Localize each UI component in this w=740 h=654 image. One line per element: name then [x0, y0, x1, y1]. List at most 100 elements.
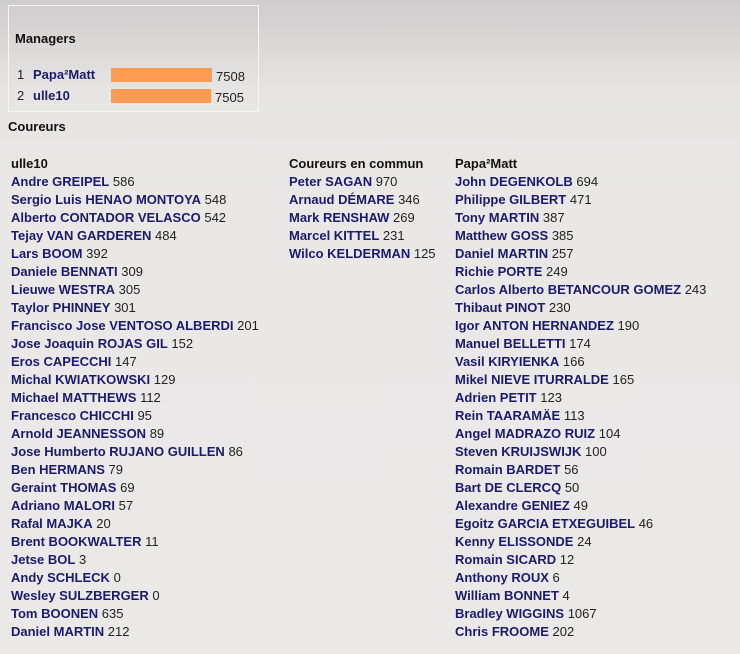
rider-row: Lieuwe WESTRA 305: [11, 281, 259, 299]
rider-name-link[interactable]: Steven KRUIJSWIJK: [455, 444, 581, 459]
rider-name-link[interactable]: Matthew GOSS: [455, 228, 548, 243]
rider-name-link[interactable]: Wilco KELDERMAN: [289, 246, 410, 261]
rider-name-link[interactable]: Francesco CHICCHI: [11, 408, 134, 423]
rider-name-link[interactable]: Philippe GILBERT: [455, 192, 566, 207]
rider-name-link[interactable]: Daniel MARTIN: [455, 246, 548, 261]
rider-row: Rein TAARAMÄE 113: [455, 407, 706, 425]
manager-name-link[interactable]: ulle10: [33, 87, 70, 105]
rider-name-link[interactable]: Bradley WIGGINS: [455, 606, 564, 621]
rider-name-link[interactable]: Peter SAGAN: [289, 174, 372, 189]
rider-name-link[interactable]: Arnold JEANNESSON: [11, 426, 146, 441]
rider-name-link[interactable]: Tony MARTIN: [455, 210, 539, 225]
rider-name-link[interactable]: Arnaud DÉMARE: [289, 192, 394, 207]
rider-points: 484: [155, 228, 177, 243]
rider-row: Andre GREIPEL 586: [11, 173, 259, 191]
manager-name-link[interactable]: Papa²Matt: [33, 66, 95, 84]
column-header: Coureurs en commun: [289, 156, 424, 171]
manager-score-bar: [111, 68, 212, 82]
rider-name-link[interactable]: Romain SICARD: [455, 552, 556, 567]
rider-name-link[interactable]: Lieuwe WESTRA: [11, 282, 115, 297]
rider-name-link[interactable]: Egoitz GARCIA ETXEGUIBEL: [455, 516, 635, 531]
rider-name-link[interactable]: Michal KWIATKOWSKI: [11, 372, 150, 387]
rider-name-link[interactable]: Sergio Luis HENAO MONTOYA: [11, 192, 201, 207]
rider-name-link[interactable]: Angel MADRAZO RUIZ: [455, 426, 595, 441]
rider-row: Taylor PHINNEY 301: [11, 299, 259, 317]
rider-points: 392: [86, 246, 108, 261]
rider-name-link[interactable]: Anthony ROUX: [455, 570, 549, 585]
rider-row: Peter SAGAN 970: [289, 173, 436, 191]
rider-name-link[interactable]: Alberto CONTADOR VELASCO: [11, 210, 201, 225]
rider-row: Francisco Jose VENTOSO ALBERDI 201: [11, 317, 259, 335]
rider-points: 635: [101, 606, 124, 621]
rider-name-link[interactable]: Romain BARDET: [455, 462, 560, 477]
rider-name-link[interactable]: Eros CAPECCHI: [11, 354, 111, 369]
rider-name-link[interactable]: Rafal MAJKA: [11, 516, 93, 531]
rider-row: Alberto CONTADOR VELASCO 542: [11, 209, 259, 227]
rider-name-link[interactable]: Taylor PHINNEY: [11, 300, 110, 315]
rider-name-link[interactable]: Carlos Alberto BETANCOUR GOMEZ: [455, 282, 681, 297]
rider-name-link[interactable]: Rein TAARAMÄE: [455, 408, 560, 423]
rider-name-link[interactable]: Daniel MARTIN: [11, 624, 104, 639]
rider-list: Peter SAGAN 970 Arnaud DÉMARE 346 Mark REN…: [289, 173, 436, 263]
rider-points: 586: [112, 174, 135, 189]
rider-name-link[interactable]: Wesley SULZBERGER: [11, 588, 149, 603]
rider-name-link[interactable]: Chris FROOME: [455, 624, 549, 639]
rider-name-link[interactable]: Michael MATTHEWS: [11, 390, 136, 405]
rider-name-link[interactable]: Thibaut PINOT: [455, 300, 545, 315]
rider-name-link[interactable]: Tejay VAN GARDEREN: [11, 228, 151, 243]
rider-row: Arnaud DÉMARE 346: [289, 191, 436, 209]
rider-name-link[interactable]: Igor ANTON HERNANDEZ: [455, 318, 614, 333]
rider-name-link[interactable]: Brent BOOKWALTER: [11, 534, 141, 549]
rider-name-link[interactable]: Geraint THOMAS: [11, 480, 116, 495]
rider-name-link[interactable]: Ben HERMANS: [11, 462, 105, 477]
rider-points: 147: [115, 354, 137, 369]
rider-row: Jetse BOL 3: [11, 551, 259, 569]
rider-points: 113: [563, 408, 585, 423]
rider-name-link[interactable]: Manuel BELLETTI: [455, 336, 566, 351]
rider-name-link[interactable]: Marcel KITTEL: [289, 228, 379, 243]
rider-name-link[interactable]: Mark RENSHAW: [289, 210, 389, 225]
rider-name-link[interactable]: Richie PORTE: [455, 264, 542, 279]
rider-name-link[interactable]: John DEGENKOLB: [455, 174, 573, 189]
rider-name-link[interactable]: Alexandre GENIEZ: [455, 498, 570, 513]
rider-row: Andy SCHLECK 0: [11, 569, 259, 587]
rider-points: 165: [612, 372, 635, 387]
rider-row: Manuel BELLETTI 174: [455, 335, 706, 353]
rider-name-link[interactable]: Jose Humberto RUJANO GUILLEN: [11, 444, 225, 459]
rider-points: 4: [562, 588, 570, 603]
rider-name-link[interactable]: Kenny ELISSONDE: [455, 534, 573, 549]
rider-name-link[interactable]: Tom BOONEN: [11, 606, 98, 621]
rider-row: Daniel MARTIN 212: [11, 623, 259, 641]
rider-points: 249: [546, 264, 568, 279]
rider-name-link[interactable]: Lars BOOM: [11, 246, 83, 261]
rider-name-link[interactable]: Jose Joaquin ROJAS GIL: [11, 336, 168, 351]
rider-name-link[interactable]: Andy SCHLECK: [11, 570, 110, 585]
rider-name-link[interactable]: Daniele BENNATI: [11, 264, 118, 279]
rider-name-link[interactable]: Adrien PETIT: [455, 390, 537, 405]
rider-name-link[interactable]: Jetse BOL: [11, 552, 75, 567]
rider-name-link[interactable]: Mikel NIEVE ITURRALDE: [455, 372, 609, 387]
rider-row: Jose Joaquin ROJAS GIL 152: [11, 335, 259, 353]
rider-name-link[interactable]: Vasil KIRYIENKA: [455, 354, 559, 369]
rider-name-link[interactable]: Francisco Jose VENTOSO ALBERDI: [11, 318, 234, 333]
rider-row: Daniele BENNATI 309: [11, 263, 259, 281]
rider-list: John DEGENKOLB 694 Philippe GILBERT 471 To…: [455, 173, 706, 641]
rider-row: Philippe GILBERT 471: [455, 191, 706, 209]
rider-points: 6: [552, 570, 560, 585]
rider-points: 548: [204, 192, 227, 207]
manager-score-bar: [111, 89, 211, 103]
rider-name-link[interactable]: Andre GREIPEL: [11, 174, 109, 189]
rider-row: Eros CAPECCHI 147: [11, 353, 259, 371]
rider-row: Adrien PETIT 123: [455, 389, 706, 407]
rider-row: Steven KRUIJSWIJK 100: [455, 443, 706, 461]
rider-list: Andre GREIPEL 586 Sergio Luis HENAO MONTO…: [11, 173, 259, 641]
rider-name-link[interactable]: William BONNET: [455, 588, 559, 603]
rider-name-link[interactable]: Adriano MALORI: [11, 498, 115, 513]
rider-points: 387: [542, 210, 565, 225]
rider-points: 269: [393, 210, 415, 225]
rider-row: Wilco KELDERMAN 125: [289, 245, 436, 263]
rider-row: Mark RENSHAW 269: [289, 209, 436, 227]
rider-row: Daniel MARTIN 257: [455, 245, 706, 263]
rider-name-link[interactable]: Bart DE CLERCQ: [455, 480, 561, 495]
rider-row: Rafal MAJKA 20: [11, 515, 259, 533]
